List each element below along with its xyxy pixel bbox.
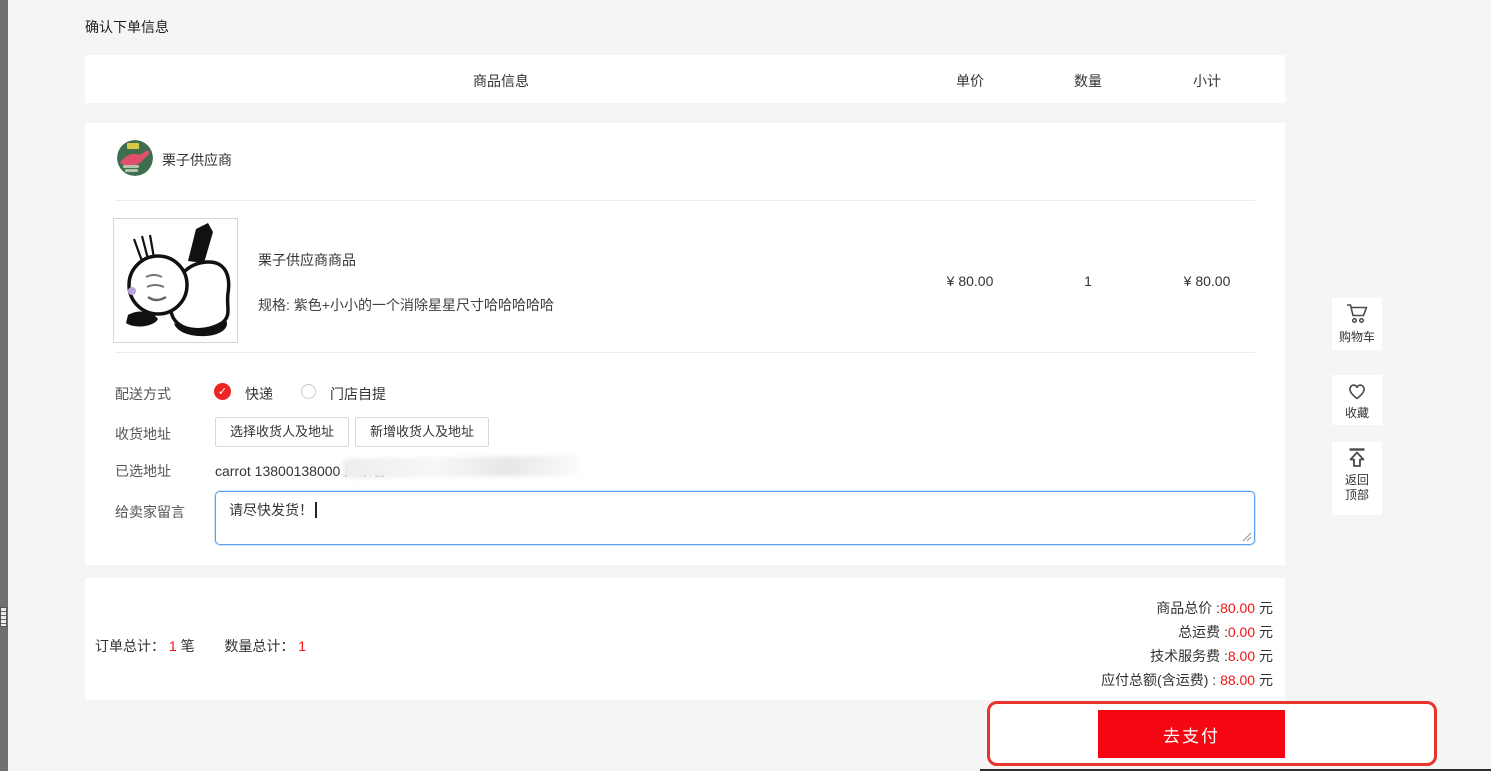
- order-total-label: 订单总计：: [95, 638, 165, 654]
- seller-message-textarea[interactable]: 请尽快发货！: [215, 491, 1255, 545]
- text-cursor: [315, 502, 317, 518]
- radio-selected-icon[interactable]: ✓: [214, 383, 231, 400]
- cart-icon: [1347, 304, 1368, 324]
- quantity-total-label: 数量总计：: [224, 638, 295, 654]
- order-confirm-page: 确认下单信息 商品信息 单价 数量 小计 栗子供应商 栗子供应商商品 规格: 紫…: [0, 0, 1491, 771]
- column-subtotal: 小计: [1193, 73, 1221, 89]
- sidebar-item-cart[interactable]: 购物车: [1332, 298, 1382, 350]
- summary-line-shipping-fee: 总运费 :0.00 元: [1178, 624, 1273, 640]
- product-subtotal: ¥ 80.00: [1183, 273, 1231, 289]
- order-summary-card: 订单总计： 1 笔 数量总计： 1 商品总价 :80.00 元 总运费 :0.0…: [85, 578, 1285, 700]
- column-quantity: 数量: [1074, 73, 1102, 89]
- favorites-label: 收藏: [1344, 406, 1369, 420]
- summary-line-service-fee: 技术服务费 :8.00 元: [1150, 648, 1273, 664]
- resize-handle-icon[interactable]: [1242, 532, 1252, 542]
- browser-side-strip: [0, 0, 8, 771]
- side-panel-handle-icon[interactable]: [0, 607, 7, 627]
- seller-avatar[interactable]: [117, 140, 153, 176]
- product-quantity: 1: [1084, 273, 1092, 289]
- product-image[interactable]: [113, 218, 238, 343]
- product-spec: 规格: 紫色+小小的一个消除星星尺寸哈哈哈哈哈: [258, 297, 554, 313]
- page-title: 确认下单信息: [85, 19, 169, 35]
- selected-address-label: 已选地址: [115, 463, 171, 479]
- address-redacted-blur: [342, 455, 580, 479]
- column-product-info: 商品信息: [473, 73, 529, 89]
- delivery-method-label: 配送方式: [115, 386, 171, 402]
- cart-label: 购物车: [1338, 330, 1375, 344]
- product-unit-price: ¥ 80.00: [946, 273, 994, 289]
- divider: [115, 352, 1255, 353]
- seller-message-text: 请尽快发货！: [229, 502, 313, 518]
- order-detail-card: 栗子供应商 栗子供应商商品 规格: 紫色+小小的一个消除星星尺寸哈哈哈哈哈 ¥ …: [85, 123, 1285, 565]
- address-label: 收货地址: [115, 426, 171, 442]
- order-table-header: 商品信息 单价 数量 小计: [85, 55, 1285, 103]
- summary-line-goods-total: 商品总价 :80.00 元: [1156, 600, 1273, 616]
- select-address-button[interactable]: 选择收货人及地址: [215, 417, 350, 447]
- seller-name[interactable]: 栗子供应商: [162, 150, 232, 170]
- seller-message-label: 给卖家留言: [115, 504, 185, 520]
- sidebar-item-back-to-top[interactable]: 返回顶部: [1332, 442, 1382, 515]
- price-breakdown: 商品总价 :80.00 元 总运费 :0.00 元 技术服务费 :8.00 元 …: [1101, 596, 1273, 692]
- order-total-value: 1: [168, 638, 177, 654]
- order-totals-left: 订单总计： 1 笔 数量总计： 1: [95, 636, 306, 656]
- column-unit-price: 单价: [956, 73, 984, 89]
- delivery-option-express[interactable]: 快递: [245, 384, 273, 404]
- add-address-button[interactable]: 新增收货人及地址: [355, 417, 490, 447]
- back-to-top-label: 返回顶部: [1344, 473, 1369, 502]
- heart-icon: [1349, 384, 1365, 400]
- quantity-total-value: 1: [298, 638, 307, 654]
- go-to-pay-button[interactable]: 去支付: [1098, 710, 1285, 758]
- back-to-top-icon: [1349, 448, 1365, 467]
- radio-unselected-icon[interactable]: [301, 384, 316, 399]
- divider: [115, 200, 1255, 201]
- delivery-option-pickup[interactable]: 门店自提: [330, 384, 386, 404]
- product-name[interactable]: 栗子供应商商品: [258, 250, 356, 270]
- sidebar-item-favorites[interactable]: 收藏: [1332, 375, 1382, 425]
- summary-line-payable-total: 应付总额(含运费) : 88.00 元: [1101, 672, 1273, 688]
- order-total-unit: 笔: [180, 638, 195, 654]
